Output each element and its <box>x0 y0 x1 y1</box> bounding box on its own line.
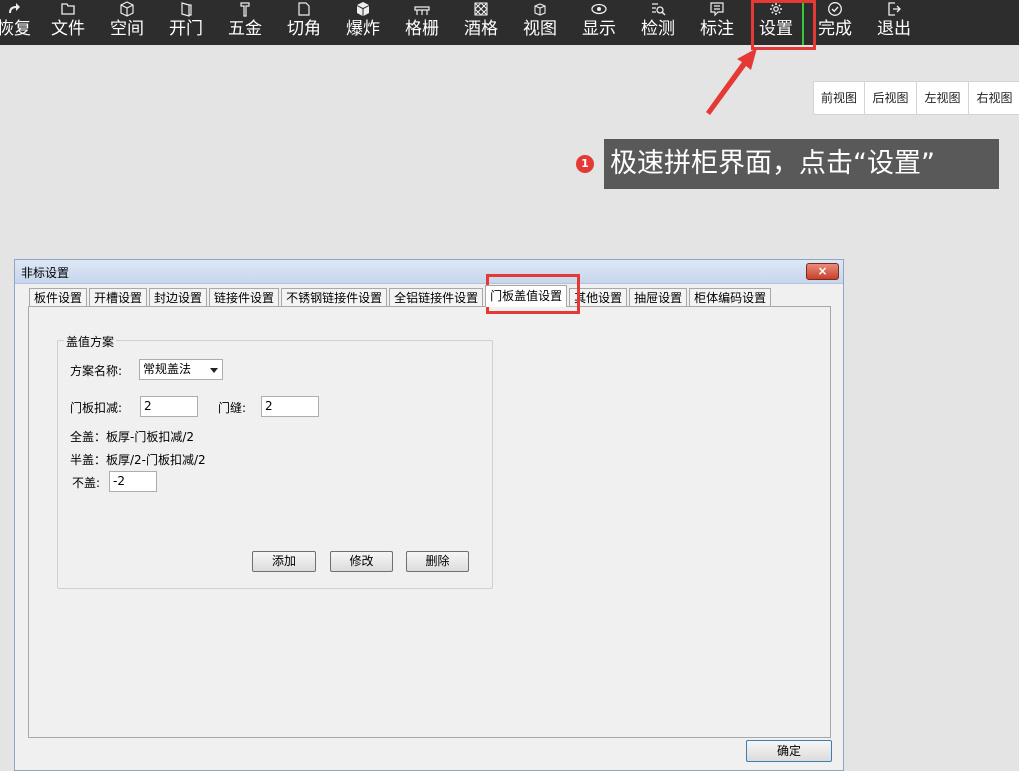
door-icon <box>158 0 214 18</box>
door-deduct-input[interactable]: 2 <box>140 396 198 417</box>
group-title: 盖值方案 <box>64 333 117 350</box>
instruction-callout: 极速拼柜界面，点击“设置” <box>604 139 999 189</box>
toolbar-open-door-button[interactable]: 开门 <box>158 0 214 45</box>
front-view-button[interactable]: 前视图 <box>813 81 865 115</box>
toolbar-space-button[interactable]: 空间 <box>99 0 155 45</box>
toolbar-inspect-button[interactable]: 检测 <box>630 0 686 45</box>
tab-door-cover-settings[interactable]: 门板盖值设置 <box>485 285 568 307</box>
exit-icon <box>866 0 922 18</box>
delete-button[interactable]: 删除 <box>406 551 469 572</box>
tab-aluminum-connector-settings[interactable]: 全铝链接件设置 <box>389 288 484 307</box>
wine-rack-icon <box>453 0 509 18</box>
close-button[interactable]: × <box>806 263 839 280</box>
left-view-button[interactable]: 左视图 <box>917 81 969 115</box>
toolbar-view-button[interactable]: 视图 <box>512 0 568 45</box>
dialog-title: 非标设置 <box>21 266 70 280</box>
tab-groove-settings[interactable]: 开槽设置 <box>89 288 148 307</box>
modify-button[interactable]: 修改 <box>330 551 393 572</box>
step-badge-1: 1 <box>576 155 594 173</box>
explode-icon <box>335 0 391 18</box>
dialog-title-bar: 非标设置 × <box>15 260 843 284</box>
top-toolbar: 恢复 文件 空间 开门 五金 切角 爆炸 格栅 酒格 视图 显示 检测 标注 设… <box>0 0 1019 45</box>
scheme-name-label: 方案名称: <box>70 364 123 378</box>
chevron-down-icon <box>210 368 218 373</box>
toolbar-label: 检测 <box>641 19 675 39</box>
tab-edge-banding-settings[interactable]: 封边设置 <box>149 288 208 307</box>
toolbar-label: 格栅 <box>405 19 439 39</box>
tab-cabinet-code-settings[interactable]: 柜体编码设置 <box>689 288 772 307</box>
toolbar-label: 视图 <box>523 19 557 39</box>
toolbar-annotation-button[interactable]: 标注 <box>689 0 745 45</box>
door-gap-input[interactable]: 2 <box>261 396 319 417</box>
add-button[interactable]: 添加 <box>252 551 316 572</box>
toolbar-explode-button[interactable]: 爆炸 <box>335 0 391 45</box>
toolbar-label: 文件 <box>51 19 85 39</box>
toolbar-redo-button[interactable]: 恢复 <box>0 0 42 45</box>
toolbar-label: 爆炸 <box>346 19 380 39</box>
toolbar-wine-rack-button[interactable]: 酒格 <box>453 0 509 45</box>
no-cover-label: 不盖: <box>72 476 101 490</box>
ok-button[interactable]: 确定 <box>746 740 832 762</box>
cover-scheme-group: 盖值方案 方案名称: 常规盖法 门板扣减: 2 门缝: 2 全盖：板厚-门板扣减… <box>57 333 493 589</box>
toolbar-display-button[interactable]: 显示 <box>571 0 627 45</box>
toolbar-label: 酒格 <box>464 19 498 39</box>
view-buttons: 前视图 后视图 左视图 右视图 <box>813 81 1019 115</box>
settings-tabs: 板件设置 开槽设置 封边设置 链接件设置 不锈钢链接件设置 全铝链接件设置 门板… <box>29 285 773 307</box>
toolbar-exit-button[interactable]: 退出 <box>866 0 922 45</box>
toolbar-label: 五金 <box>228 19 262 39</box>
cube-icon <box>99 0 155 18</box>
no-cover-input[interactable]: -2 <box>109 471 157 492</box>
nonstandard-settings-dialog: 非标设置 × 板件设置 开槽设置 封边设置 链接件设置 不锈钢链接件设置 全铝链… <box>14 259 844 771</box>
toolbar-label: 标注 <box>700 19 734 39</box>
toolbar-label: 空间 <box>110 19 144 39</box>
toolbar-label: 显示 <box>582 19 616 39</box>
toolbar-label: 开门 <box>169 19 203 39</box>
right-view-button[interactable]: 右视图 <box>969 81 1019 115</box>
toolbar-label: 切角 <box>287 19 321 39</box>
close-icon: × <box>817 264 828 278</box>
toolbar-cut-corner-button[interactable]: 切角 <box>276 0 332 45</box>
toolbar-label: 恢复 <box>0 19 31 39</box>
toolbar-file-button[interactable]: 文件 <box>40 0 96 45</box>
tab-connector-settings[interactable]: 链接件设置 <box>209 288 280 307</box>
redo-icon <box>0 0 42 18</box>
scheme-name-select[interactable]: 常规盖法 <box>139 359 223 380</box>
back-view-button[interactable]: 后视图 <box>865 81 917 115</box>
tab-drawer-settings[interactable]: 抽屉设置 <box>629 288 688 307</box>
toolbar-label: 退出 <box>877 19 911 39</box>
scheme-name-value: 常规盖法 <box>143 362 192 376</box>
view-icon <box>512 0 568 18</box>
half-cover-formula: 半盖：板厚/2-门板扣减/2 <box>70 453 206 467</box>
eye-icon <box>571 0 627 18</box>
cut-corner-icon <box>276 0 332 18</box>
door-deduct-label: 门板扣减: <box>70 401 123 415</box>
toolbar-hardware-button[interactable]: 五金 <box>217 0 273 45</box>
inspect-icon <box>630 0 686 18</box>
tab-panel-settings[interactable]: 板件设置 <box>29 288 88 307</box>
settings-highlight-box <box>751 0 816 50</box>
arrow-1 <box>706 48 757 115</box>
toolbar-grille-button[interactable]: 格栅 <box>394 0 450 45</box>
tab-stainless-connector-settings[interactable]: 不锈钢链接件设置 <box>281 288 388 307</box>
full-cover-formula: 全盖：板厚-门板扣减/2 <box>70 430 195 444</box>
annotation-icon <box>689 0 745 18</box>
grille-icon <box>394 0 450 18</box>
hardware-icon <box>217 0 273 18</box>
folder-icon <box>40 0 96 18</box>
door-gap-label: 门缝: <box>218 401 247 415</box>
